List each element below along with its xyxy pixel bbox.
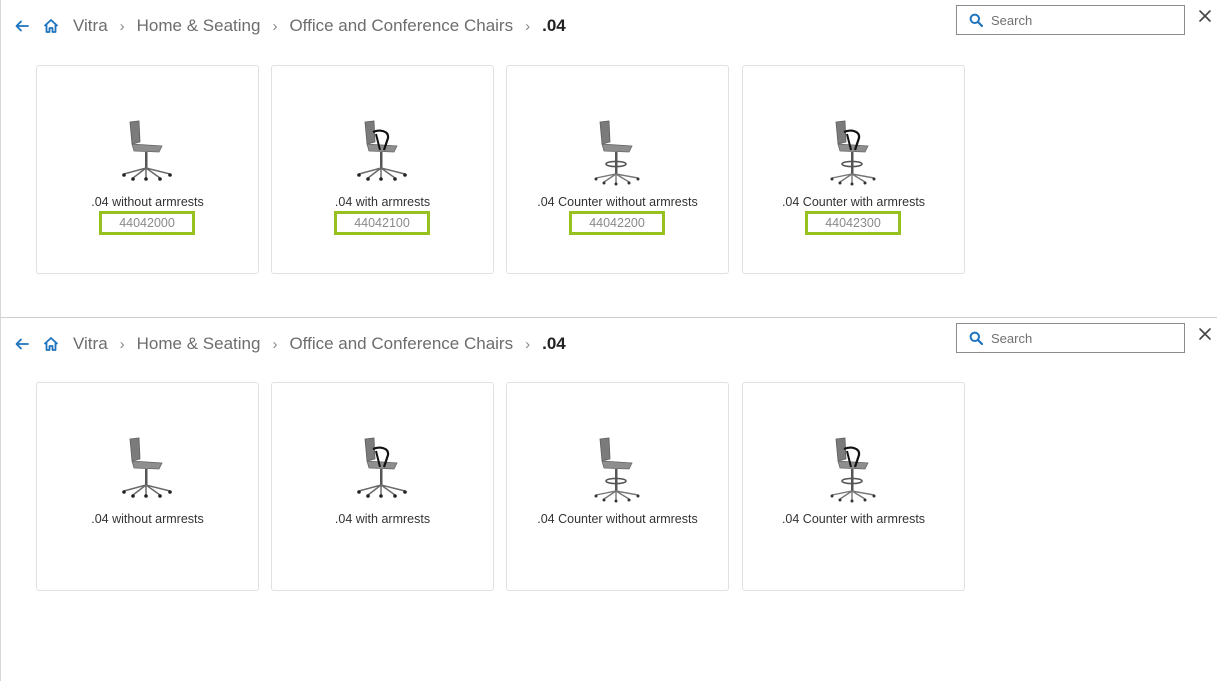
search-input[interactable] (991, 330, 1171, 346)
chair-thumbnail (122, 437, 172, 498)
breadcrumb-separator: › (525, 335, 531, 353)
search-icon (969, 13, 983, 27)
product-name: .04 with armrests (334, 512, 431, 526)
breadcrumb-separator: › (119, 335, 125, 353)
close-icon[interactable] (1198, 9, 1212, 23)
product-card[interactable]: .04 Counter without armrests 44042200 (506, 65, 729, 274)
product-card[interactable]: .04 with armrests 44042100 (271, 65, 494, 274)
product-code: 44042000 (99, 211, 195, 235)
search-input[interactable] (991, 12, 1171, 28)
product-name: .04 Counter with armrests (781, 195, 926, 209)
product-code: 44042100 (334, 211, 430, 235)
chair-thumbnail (357, 120, 407, 181)
breadcrumb-office-chairs[interactable]: Office and Conference Chairs (289, 16, 513, 36)
home-icon[interactable] (43, 335, 61, 353)
search-box[interactable] (956, 5, 1185, 35)
breadcrumb-current: .04 (542, 334, 566, 353)
breadcrumb-separator: › (272, 335, 278, 353)
chair-thumbnail (357, 437, 407, 498)
chair-thumbnail (830, 120, 876, 186)
top-panel: Vitra › Home & Seating › Office and Conf… (0, 0, 1217, 318)
chair-thumbnail (830, 437, 876, 503)
breadcrumb-separator: › (272, 17, 278, 35)
product-card[interactable]: .04 with armrests (271, 382, 494, 591)
breadcrumb-home-seating[interactable]: Home & Seating (137, 16, 261, 36)
chair-thumbnail (122, 120, 172, 181)
close-icon[interactable] (1198, 327, 1212, 341)
home-icon[interactable] (43, 17, 61, 35)
product-name: .04 Counter without armrests (537, 512, 698, 526)
breadcrumb-separator: › (525, 17, 531, 35)
product-name: .04 without armrests (91, 195, 204, 209)
breadcrumb-home-seating[interactable]: Home & Seating (137, 334, 261, 354)
product-card[interactable]: .04 Counter with armrests (742, 382, 965, 591)
product-code: 44042300 (805, 211, 901, 235)
breadcrumb-current: .04 (542, 16, 566, 35)
product-card[interactable]: .04 Counter with armrests 44042300 (742, 65, 965, 274)
product-name: .04 without armrests (91, 512, 204, 526)
search-icon (969, 331, 983, 345)
chair-thumbnail (594, 437, 640, 503)
breadcrumb-separator: › (119, 17, 125, 35)
navigation-bar: Vitra › Home & Seating › Office and Conf… (15, 14, 566, 38)
product-name: .04 with armrests (334, 195, 431, 209)
back-arrow-icon[interactable] (15, 336, 31, 352)
breadcrumb-office-chairs[interactable]: Office and Conference Chairs (289, 334, 513, 354)
product-card[interactable]: .04 without armrests 44042000 (36, 65, 259, 274)
bottom-panel: Vitra › Home & Seating › Office and Conf… (0, 318, 1217, 681)
breadcrumb-vitra[interactable]: Vitra (73, 334, 108, 354)
search-box[interactable] (956, 323, 1185, 353)
navigation-bar: Vitra › Home & Seating › Office and Conf… (15, 332, 566, 356)
breadcrumb-vitra[interactable]: Vitra (73, 16, 108, 36)
back-arrow-icon[interactable] (15, 18, 31, 34)
chair-thumbnail (594, 120, 640, 186)
product-card[interactable]: .04 without armrests (36, 382, 259, 591)
product-name: .04 Counter with armrests (781, 512, 926, 526)
product-card[interactable]: .04 Counter without armrests (506, 382, 729, 591)
product-name: .04 Counter without armrests (537, 195, 698, 209)
product-code: 44042200 (569, 211, 665, 235)
